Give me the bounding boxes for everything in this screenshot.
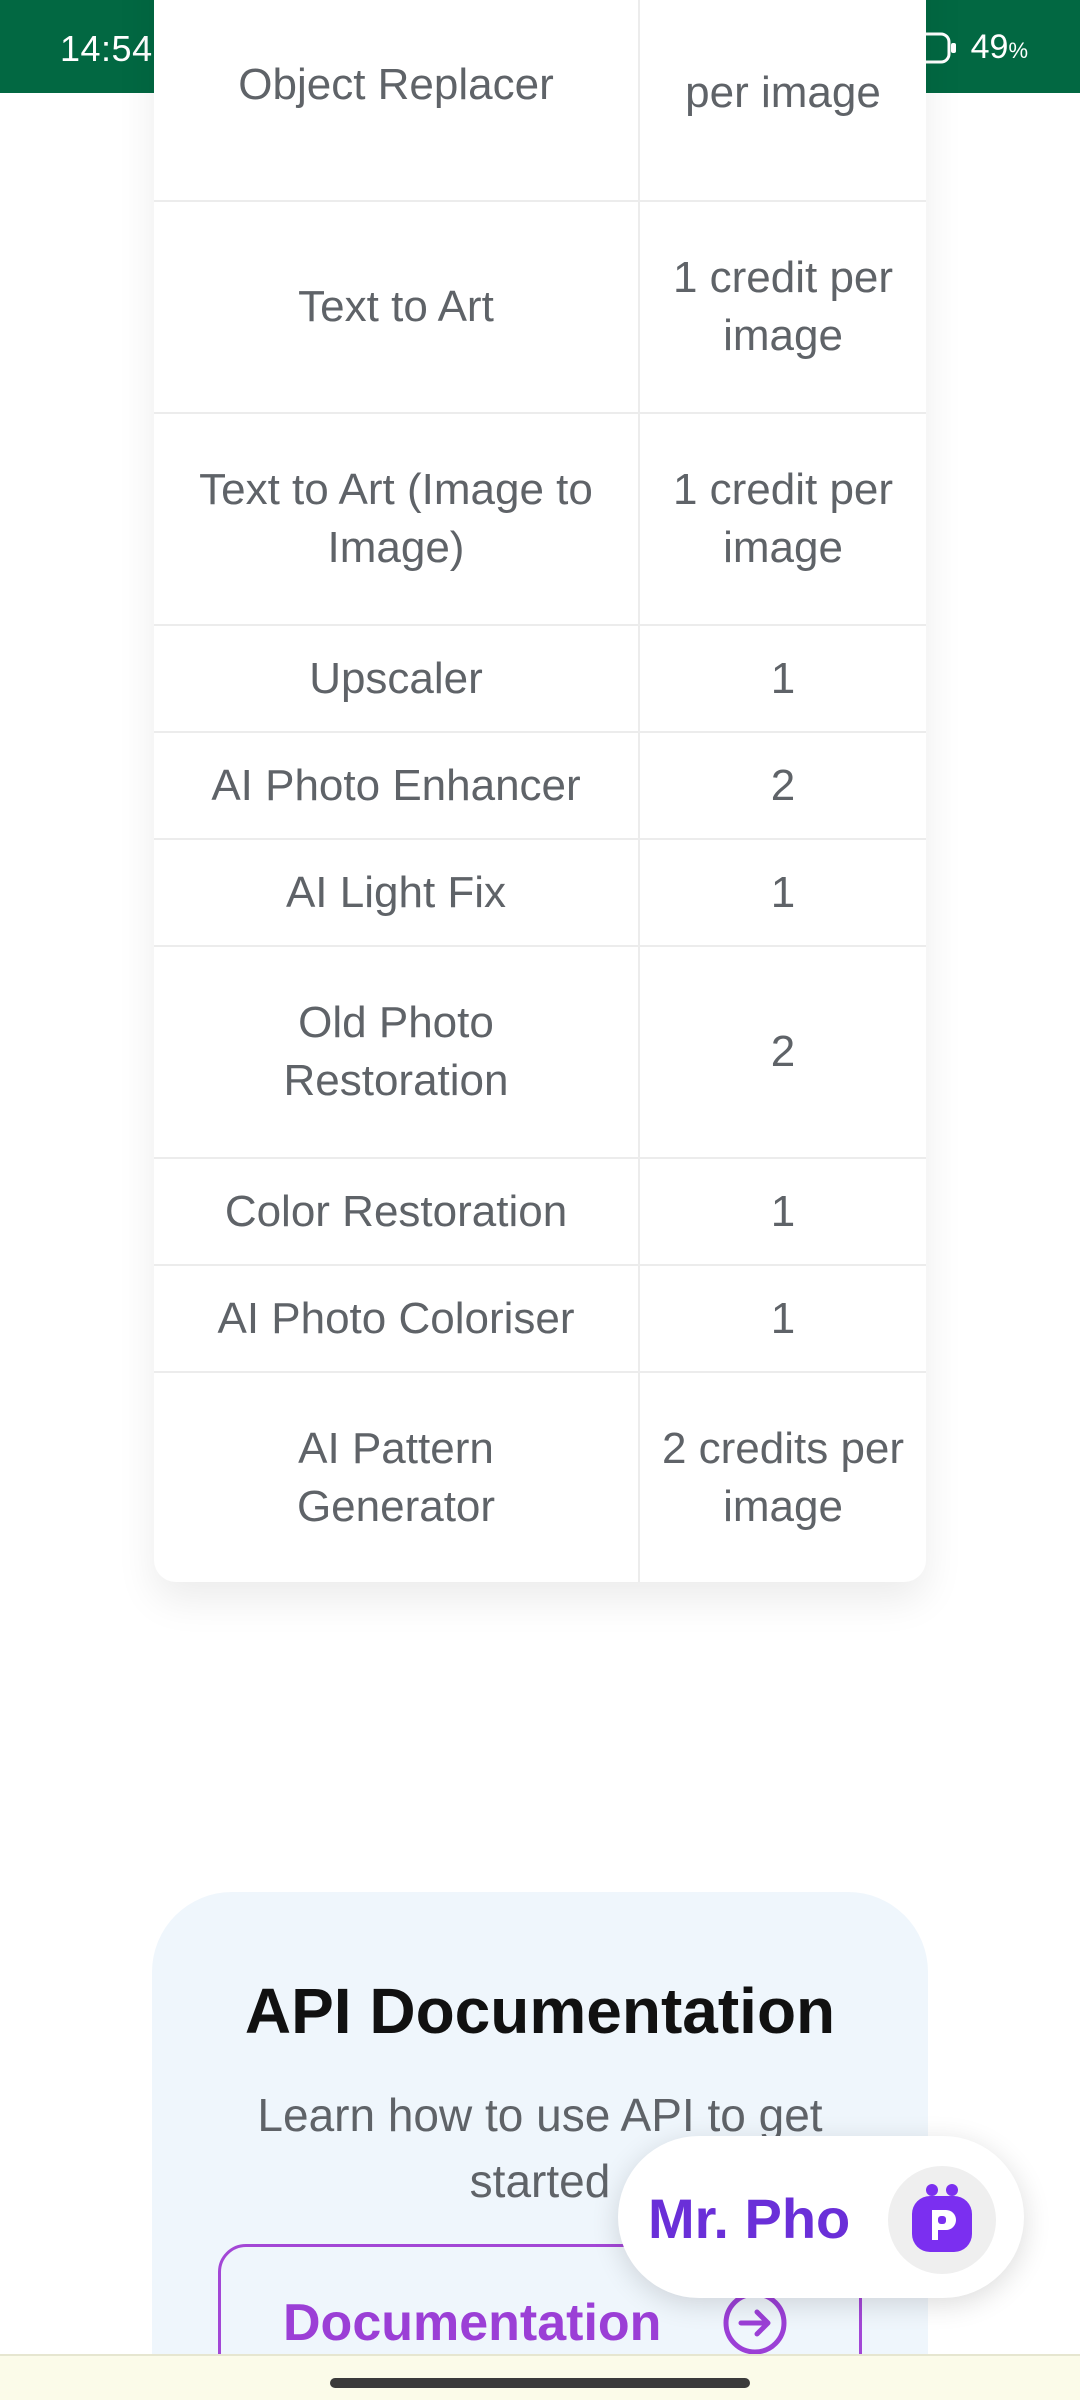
table-cell-tool: Text to Art (Image to Image) <box>154 414 640 624</box>
chat-widget-button[interactable]: Mr. Pho <box>618 2136 1024 2298</box>
table-cell-cost: 1 credit per image <box>672 253 894 360</box>
table-cell-tool: AI Photo Coloriser <box>154 1266 640 1371</box>
table-row: Upscaler 1 <box>154 626 926 733</box>
table-row: AI Photo Coloriser 1 <box>154 1266 926 1373</box>
table-cell-cost: 2 <box>770 1027 796 1076</box>
table-cell-tool: Text to Art <box>154 202 640 412</box>
table-cell-tool: AI Light Fix <box>154 840 640 945</box>
table-cell-cost: 1 <box>770 1293 796 1343</box>
arrow-right-circle-icon <box>723 2291 787 2355</box>
table-cell-tool: Color Restoration <box>154 1159 640 1264</box>
table-cell-cost: per image <box>685 68 881 117</box>
table-cell-tool: AI Pattern Generator <box>154 1373 640 1582</box>
table-cell-tool: Upscaler <box>154 626 640 731</box>
table-cell-tool: AI Photo Enhancer <box>154 733 640 838</box>
table-cell-cost: 1 credit per image <box>672 465 894 572</box>
table-cell-cost: 1 <box>770 653 796 703</box>
chat-widget-label: Mr. Pho <box>648 2187 851 2250</box>
table-row: Text to Art (Image to Image) 1 credit pe… <box>154 414 926 626</box>
table-row: Text to Art 1 credit per image <box>154 202 926 414</box>
table-row: Object Replacer per image <box>154 0 926 202</box>
table-row: Old Photo Restoration 2 <box>154 947 926 1159</box>
table-cell-cost: 1 <box>770 867 796 917</box>
navigation-bar <box>0 2354 1080 2400</box>
table-row: AI Light Fix 1 <box>154 840 926 947</box>
robot-p-icon <box>912 2184 972 2252</box>
status-time: 14:54 <box>60 28 153 69</box>
table-cell-tool: Object Replacer <box>154 0 640 200</box>
table-row: Color Restoration 1 <box>154 1159 926 1266</box>
table-cell-cost: 2 <box>770 760 796 810</box>
battery-level: 49% <box>970 28 1028 66</box>
table-cell-cost: 1 <box>770 1186 796 1236</box>
table-row: AI Pattern Generator 2 credits per image <box>154 1373 926 1582</box>
home-gesture-handle[interactable] <box>330 2378 750 2388</box>
chat-avatar <box>888 2166 996 2274</box>
table-cell-tool: Old Photo Restoration <box>154 947 640 1157</box>
documentation-button-label: Documentation <box>283 2294 662 2352</box>
api-title: API Documentation <box>244 1975 836 2047</box>
table-cell-cost: 2 credits per image <box>661 1423 905 1531</box>
table-row: AI Photo Enhancer 2 <box>154 733 926 840</box>
credits-table: Object Replacer per image Text to Art 1 … <box>154 0 926 1582</box>
